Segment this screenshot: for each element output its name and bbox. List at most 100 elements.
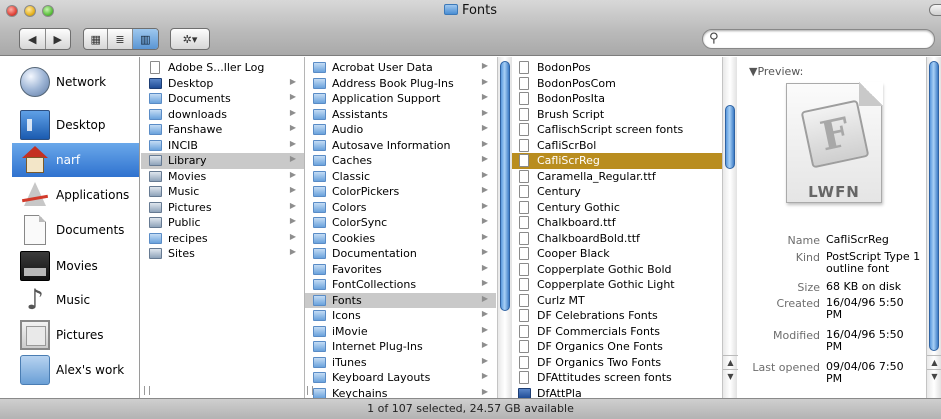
folder-row[interactable]: Pictures ▶ <box>141 200 304 216</box>
file-row[interactable]: Desktop ▶ <box>141 76 304 92</box>
fonts-scrollbar[interactable]: ▲ ▼ <box>722 57 738 398</box>
preview-heading[interactable]: ▼Preview: <box>749 65 803 78</box>
folder-row[interactable]: Movies ▶ <box>141 169 304 185</box>
file-row[interactable]: BodonPosIta <box>510 91 726 107</box>
file-row[interactable]: Chalkboard.ttf <box>510 215 726 231</box>
folder-row[interactable]: Fonts ▶ <box>305 292 496 308</box>
forward-button[interactable]: ▶ <box>46 29 71 49</box>
file-row[interactable]: BodonPosCom <box>510 76 726 92</box>
folder-row[interactable]: Keyboard Layouts ▶ <box>305 370 496 386</box>
folder-icon <box>313 263 326 275</box>
file-row[interactable]: Copperplate Gothic Bold <box>510 262 726 278</box>
document-icon <box>519 107 529 121</box>
folder-row[interactable]: Fanshawe ▶ <box>141 122 304 138</box>
item-name: iTunes <box>332 355 367 369</box>
folder-row[interactable]: Acrobat User Data ▶ <box>305 60 496 76</box>
file-row[interactable]: DfAttPla <box>510 386 726 398</box>
search-field[interactable]: ⚲ <box>702 29 935 49</box>
folder-row[interactable]: Address Book Plug-Ins ▶ <box>305 76 496 92</box>
file-row[interactable]: CafliScrReg <box>510 153 726 169</box>
folder-row[interactable]: Application Support ▶ <box>305 91 496 107</box>
file-row[interactable]: DF Commercials Fonts <box>510 324 726 340</box>
folder-row[interactable]: FontCollections ▶ <box>305 277 496 293</box>
folder-row[interactable]: INCIB ▶ <box>141 138 304 154</box>
scroll-down-arrow[interactable]: ▼ <box>927 369 941 383</box>
info-value: 16/04/96 5:50 PM <box>826 296 904 321</box>
folder-row[interactable]: Documentation ▶ <box>305 246 496 262</box>
folder-row[interactable]: Caches ▶ <box>305 153 496 169</box>
fonts-scroll-thumb[interactable] <box>725 105 735 169</box>
folder-row[interactable]: Keychains ▶ <box>305 386 496 398</box>
folder-row[interactable]: Music ▶ <box>141 184 304 200</box>
sidebar-item-documents[interactable]: Documents <box>12 213 139 247</box>
preview-scrollbar[interactable]: ▲ ▼ <box>926 57 941 398</box>
sidebar-item-pictures[interactable]: Pictures <box>12 318 139 352</box>
file-row[interactable]: Copperplate Gothic Light <box>510 277 726 293</box>
action-gear-button[interactable]: ✲▾ <box>171 29 209 49</box>
file-row[interactable]: CafliScrBol <box>510 138 726 154</box>
preview-scroll-thumb[interactable] <box>929 61 939 351</box>
column-resize-handle[interactable] <box>307 386 313 395</box>
file-row[interactable]: ChalkboardBold.ttf <box>510 231 726 247</box>
scroll-up-arrow[interactable]: ▲ <box>723 355 738 369</box>
file-row[interactable]: DF Celebrations Fonts <box>510 308 726 324</box>
folder-row[interactable]: Audio ▶ <box>305 122 496 138</box>
folder-row[interactable]: Cookies ▶ <box>305 231 496 247</box>
folder-row[interactable]: Public ▶ <box>141 215 304 231</box>
back-forward-group: ◀ ▶ <box>19 28 71 50</box>
folder-row[interactable]: downloads ▶ <box>141 107 304 123</box>
file-row[interactable]: CaflischScript screen fonts <box>510 122 726 138</box>
file-row[interactable]: Caramella_Regular.ttf <box>510 169 726 185</box>
scroll-down-arrow[interactable]: ▼ <box>723 369 738 383</box>
folder-row[interactable]: Classic ▶ <box>305 169 496 185</box>
folder-icon <box>313 155 326 167</box>
file-row[interactable]: DF Organics Two Fonts <box>510 355 726 371</box>
disclosure-arrow-icon: ▶ <box>481 123 488 132</box>
sidebar-item-movies[interactable]: Movies <box>12 249 139 283</box>
sidebar-item-network[interactable]: Network <box>12 65 139 99</box>
disclosure-arrow-icon: ▶ <box>481 61 488 70</box>
sidebar-item-applications[interactable]: Applications <box>12 178 139 212</box>
toolbar-toggle-button[interactable] <box>929 4 941 16</box>
folder-row[interactable]: Assistants ▶ <box>305 107 496 123</box>
list-view-button[interactable]: ≣ <box>108 29 133 49</box>
sidebar-item-desktop[interactable]: Desktop <box>12 108 139 142</box>
folder-row[interactable]: iMovie ▶ <box>305 324 496 340</box>
info-key: Created <box>776 297 820 310</box>
sidebar-item-music[interactable]: ♪ Music <box>12 283 139 317</box>
item-name: ChalkboardBold.ttf <box>537 231 640 245</box>
sidebar-item-narf[interactable]: narf <box>12 143 139 177</box>
folder-row[interactable]: ColorPickers ▶ <box>305 184 496 200</box>
file-row[interactable]: DF Organics One Fonts <box>510 339 726 355</box>
column-view-button[interactable]: ▥ <box>132 29 158 49</box>
folder-row[interactable]: iTunes ▶ <box>305 355 496 371</box>
file-row[interactable]: Cooper Black <box>510 246 726 262</box>
browser-area: Network Desktop narf Applications Docume… <box>0 57 941 398</box>
folder-row[interactable]: Autosave Information ▶ <box>305 138 496 154</box>
folder-row[interactable]: Internet Plug-Ins ▶ <box>305 339 496 355</box>
folder-row[interactable]: Icons ▶ <box>305 308 496 324</box>
folder-icon <box>313 201 326 213</box>
sidebar-item-alexs-work[interactable]: Alex's work <box>12 353 139 387</box>
folder-row[interactable]: recipes ▶ <box>141 231 304 247</box>
column-resize-handle[interactable] <box>144 386 150 395</box>
folder-row[interactable]: Favorites ▶ <box>305 262 496 278</box>
library-scroll-thumb[interactable] <box>500 61 510 311</box>
file-row[interactable]: Century Gothic <box>510 200 726 216</box>
scroll-up-arrow[interactable]: ▲ <box>927 355 941 369</box>
icon-view-button[interactable]: ▦ <box>84 29 109 49</box>
file-row[interactable]: Curlz MT <box>510 293 726 309</box>
folder-row[interactable]: Sites ▶ <box>141 246 304 262</box>
file-row[interactable]: Century <box>510 184 726 200</box>
back-button[interactable]: ◀ <box>20 29 46 49</box>
folder-row[interactable]: ColorSync ▶ <box>305 215 496 231</box>
folder-row[interactable]: Colors ▶ <box>305 200 496 216</box>
file-row[interactable]: Adobe S...ller Log <box>141 60 304 76</box>
file-row[interactable]: Brush Script <box>510 107 726 123</box>
file-row[interactable]: DFAttitudes screen fonts <box>510 370 726 386</box>
file-row[interactable]: BodonPos <box>510 60 726 76</box>
folder-row[interactable]: Library ▶ <box>141 153 304 169</box>
library-scrollbar[interactable] <box>497 57 512 398</box>
search-input[interactable] <box>725 32 925 46</box>
folder-row[interactable]: Documents ▶ <box>141 91 304 107</box>
